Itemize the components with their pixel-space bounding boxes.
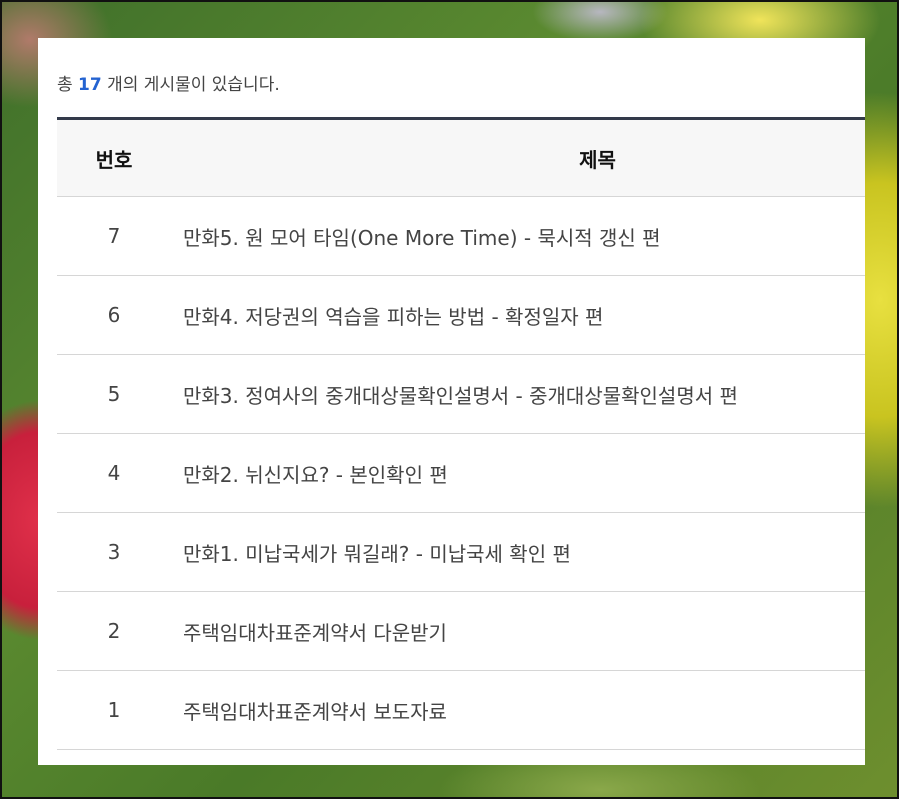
row-number: 5: [57, 354, 171, 434]
table-row[interactable]: 2 주택임대차표준계약서 다운받기: [57, 591, 865, 671]
row-number: 7: [57, 196, 171, 276]
table-row[interactable]: 1 주택임대차표준계약서 보도자료: [57, 670, 865, 750]
row-title-link[interactable]: 주택임대차표준계약서 다운받기: [171, 591, 865, 671]
header-title: 제목: [171, 118, 865, 197]
table-row[interactable]: 3 만화1. 미납국세가 뭐길래? - 미납국세 확인 편: [57, 512, 865, 592]
post-count-summary: 총 17 개의 게시물이 있습니다.: [57, 75, 865, 95]
count-suffix: 개의 게시물이 있습니다.: [107, 75, 280, 95]
row-title-link[interactable]: 만화1. 미납국세가 뭐길래? - 미납국세 확인 편: [171, 512, 865, 592]
row-number: 4: [57, 433, 171, 513]
row-title-link[interactable]: 만화2. 뉘신지요? - 본인확인 편: [171, 433, 865, 513]
post-count: 17: [78, 75, 102, 95]
header-number: 번호: [57, 118, 171, 197]
table-header-row: 번호 제목: [57, 118, 865, 197]
row-number: 6: [57, 275, 171, 355]
post-list-table: 번호 제목 7 만화5. 원 모어 타임(One More Time) - 묵시…: [57, 117, 865, 750]
row-number: 3: [57, 512, 171, 592]
row-title-link[interactable]: 만화5. 원 모어 타임(One More Time) - 묵시적 갱신 편: [171, 196, 865, 276]
board-panel: 총 17 개의 게시물이 있습니다. 번호 제목 7 만화5. 원 모어 타임(…: [38, 38, 865, 765]
table-row[interactable]: 5 만화3. 정여사의 중개대상물확인설명서 - 중개대상물확인설명서 편: [57, 354, 865, 434]
table-row[interactable]: 6 만화4. 저당권의 역습을 피하는 방법 - 확정일자 편: [57, 275, 865, 355]
row-number: 1: [57, 670, 171, 750]
row-title-link[interactable]: 주택임대차표준계약서 보도자료: [171, 670, 865, 750]
row-title-link[interactable]: 만화4. 저당권의 역습을 피하는 방법 - 확정일자 편: [171, 275, 865, 355]
count-prefix: 총: [57, 75, 73, 95]
table-row[interactable]: 4 만화2. 뉘신지요? - 본인확인 편: [57, 433, 865, 513]
row-title-link[interactable]: 만화3. 정여사의 중개대상물확인설명서 - 중개대상물확인설명서 편: [171, 354, 865, 434]
table-row[interactable]: 7 만화5. 원 모어 타임(One More Time) - 묵시적 갱신 편: [57, 196, 865, 276]
row-number: 2: [57, 591, 171, 671]
